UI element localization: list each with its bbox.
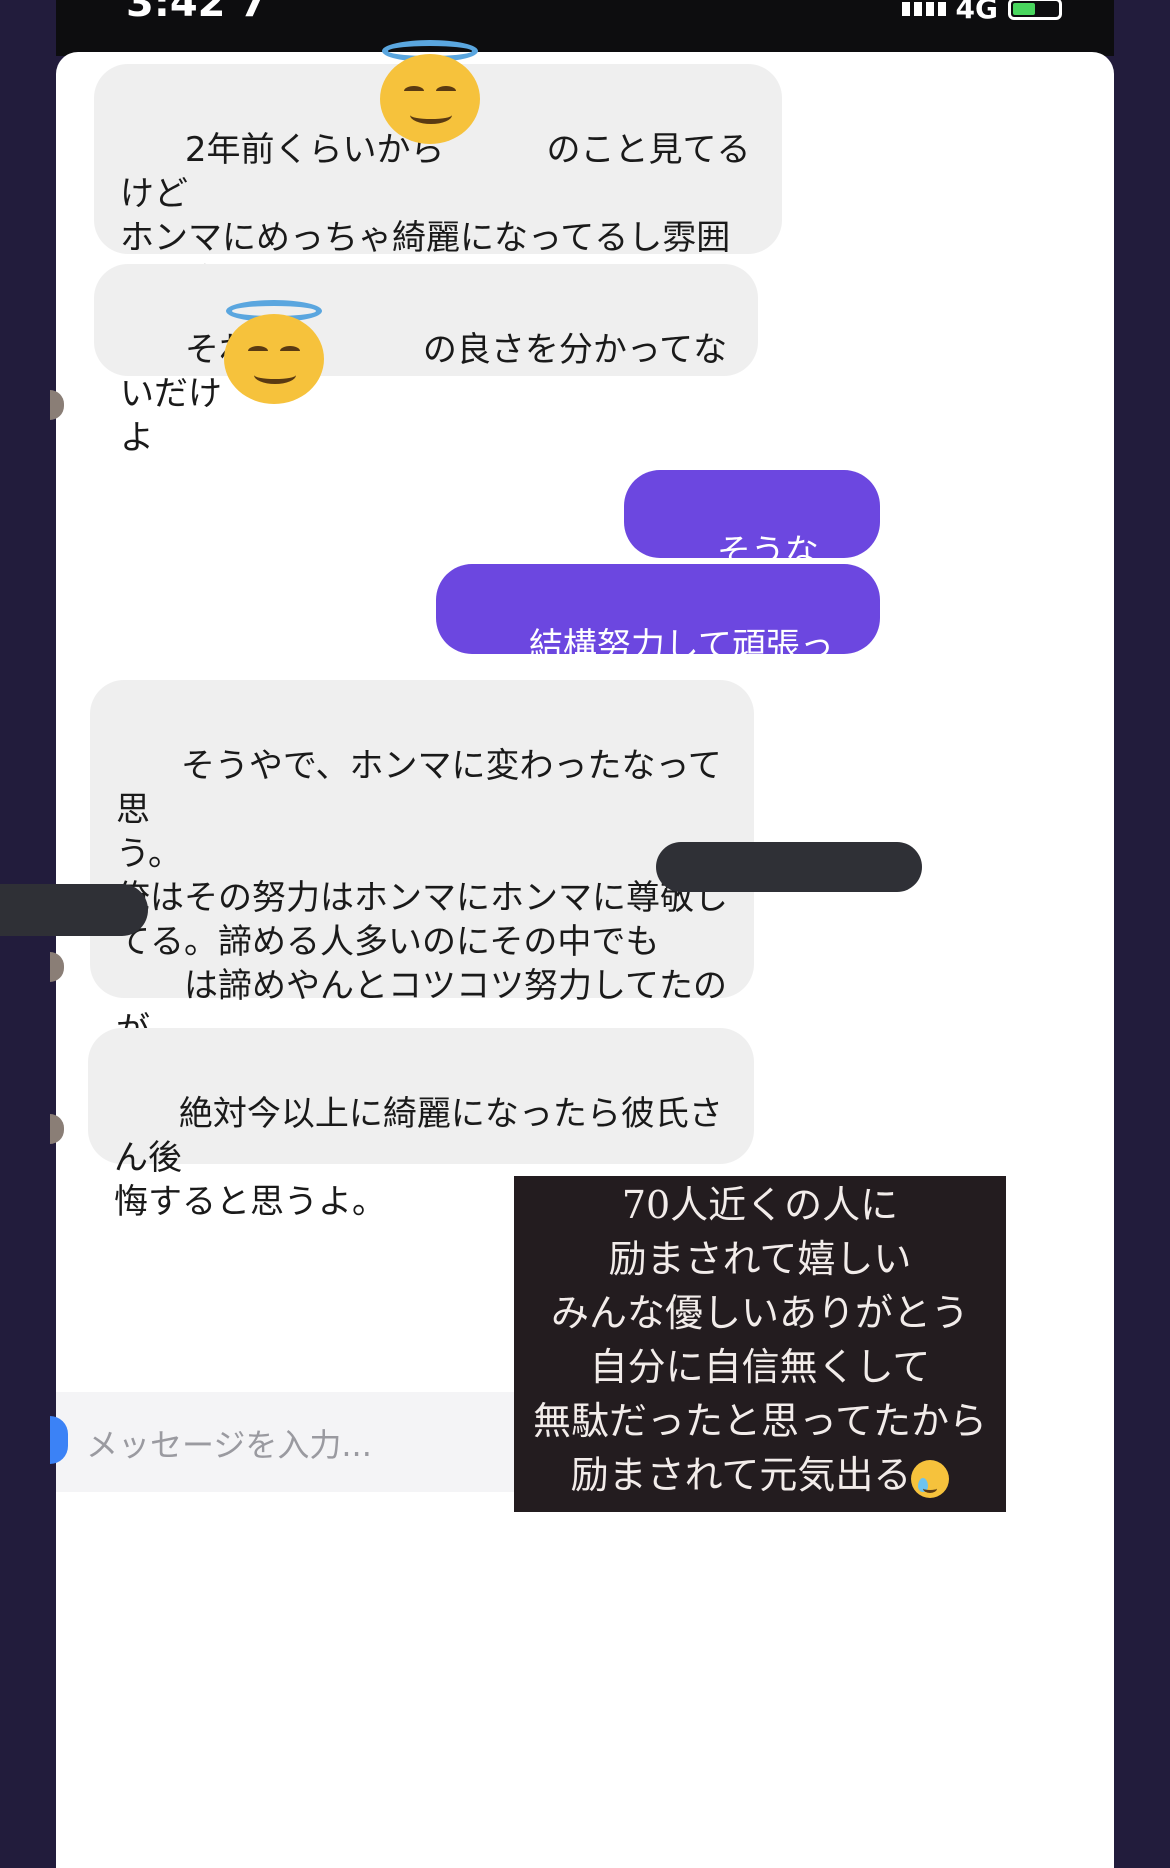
input-placeholder: メッセージを入力... <box>86 1426 372 1464</box>
caption-line: 無駄だったと思ってたから <box>532 1399 988 1443</box>
network-label: 4G <box>955 0 998 25</box>
signal-icon <box>901 1 946 16</box>
message-outgoing: 結構努力して頑張った <box>436 564 880 755</box>
redaction-bar <box>656 842 922 892</box>
caption-line: 自分に自信無くして <box>589 1345 931 1389</box>
phone-frame: 3:42 7 4G 2年前くらいから のこと見てるけど ホンマにめっちゃ綺麗にな… <box>0 0 1170 1868</box>
sender-avatar <box>50 1114 64 1144</box>
message-incoming: それは の良さを分かってないだけ よ <box>94 264 758 458</box>
chat-screen: 2年前くらいから のこと見てるけど ホンマにめっちゃ綺麗になってるし雰囲 気も変… <box>0 40 1114 1868</box>
camera-icon[interactable] <box>50 1416 68 1464</box>
halo-smile-emoji <box>378 40 482 144</box>
tearful-smile-emoji <box>911 1459 950 1498</box>
status-bar: 3:42 7 4G <box>56 0 1114 56</box>
message-incoming: 絶対今以上に綺麗になったら彼氏さん後 悔すると思うよ。 <box>88 1028 754 1222</box>
message-input[interactable]: メッセージを入力... <box>50 1392 516 1492</box>
caption-line: みんな優しいありがとう <box>550 1291 969 1335</box>
halo-smile-emoji <box>222 300 326 404</box>
caption-line: 励まされて嬉しい <box>608 1237 912 1281</box>
caption-line: 70人近くの人に <box>621 1183 899 1227</box>
battery-icon <box>1008 0 1062 20</box>
status-indicators: 4G <box>901 0 1062 25</box>
caption-line-last: 励まされて元気出る <box>514 1448 1006 1502</box>
redaction-bar <box>0 884 148 936</box>
sender-avatar <box>50 390 64 420</box>
story-caption: 70人近くの人に 励まされて嬉しい みんな優しいありがとう 自分に自信無くして … <box>514 1176 1006 1512</box>
status-time: 3:42 7 <box>126 0 268 26</box>
caption-line: 励まされて元気出る <box>570 1453 912 1497</box>
message-outgoing: そうなんかな <box>624 470 880 616</box>
message-text: それは の良さを分かってないだけ よ <box>120 330 728 458</box>
message-incoming: そうやで、ホンマに変わったなって思 う。 俺はその努力はホンマにホンマに尊敬し … <box>90 680 754 1094</box>
sender-avatar <box>50 952 64 982</box>
